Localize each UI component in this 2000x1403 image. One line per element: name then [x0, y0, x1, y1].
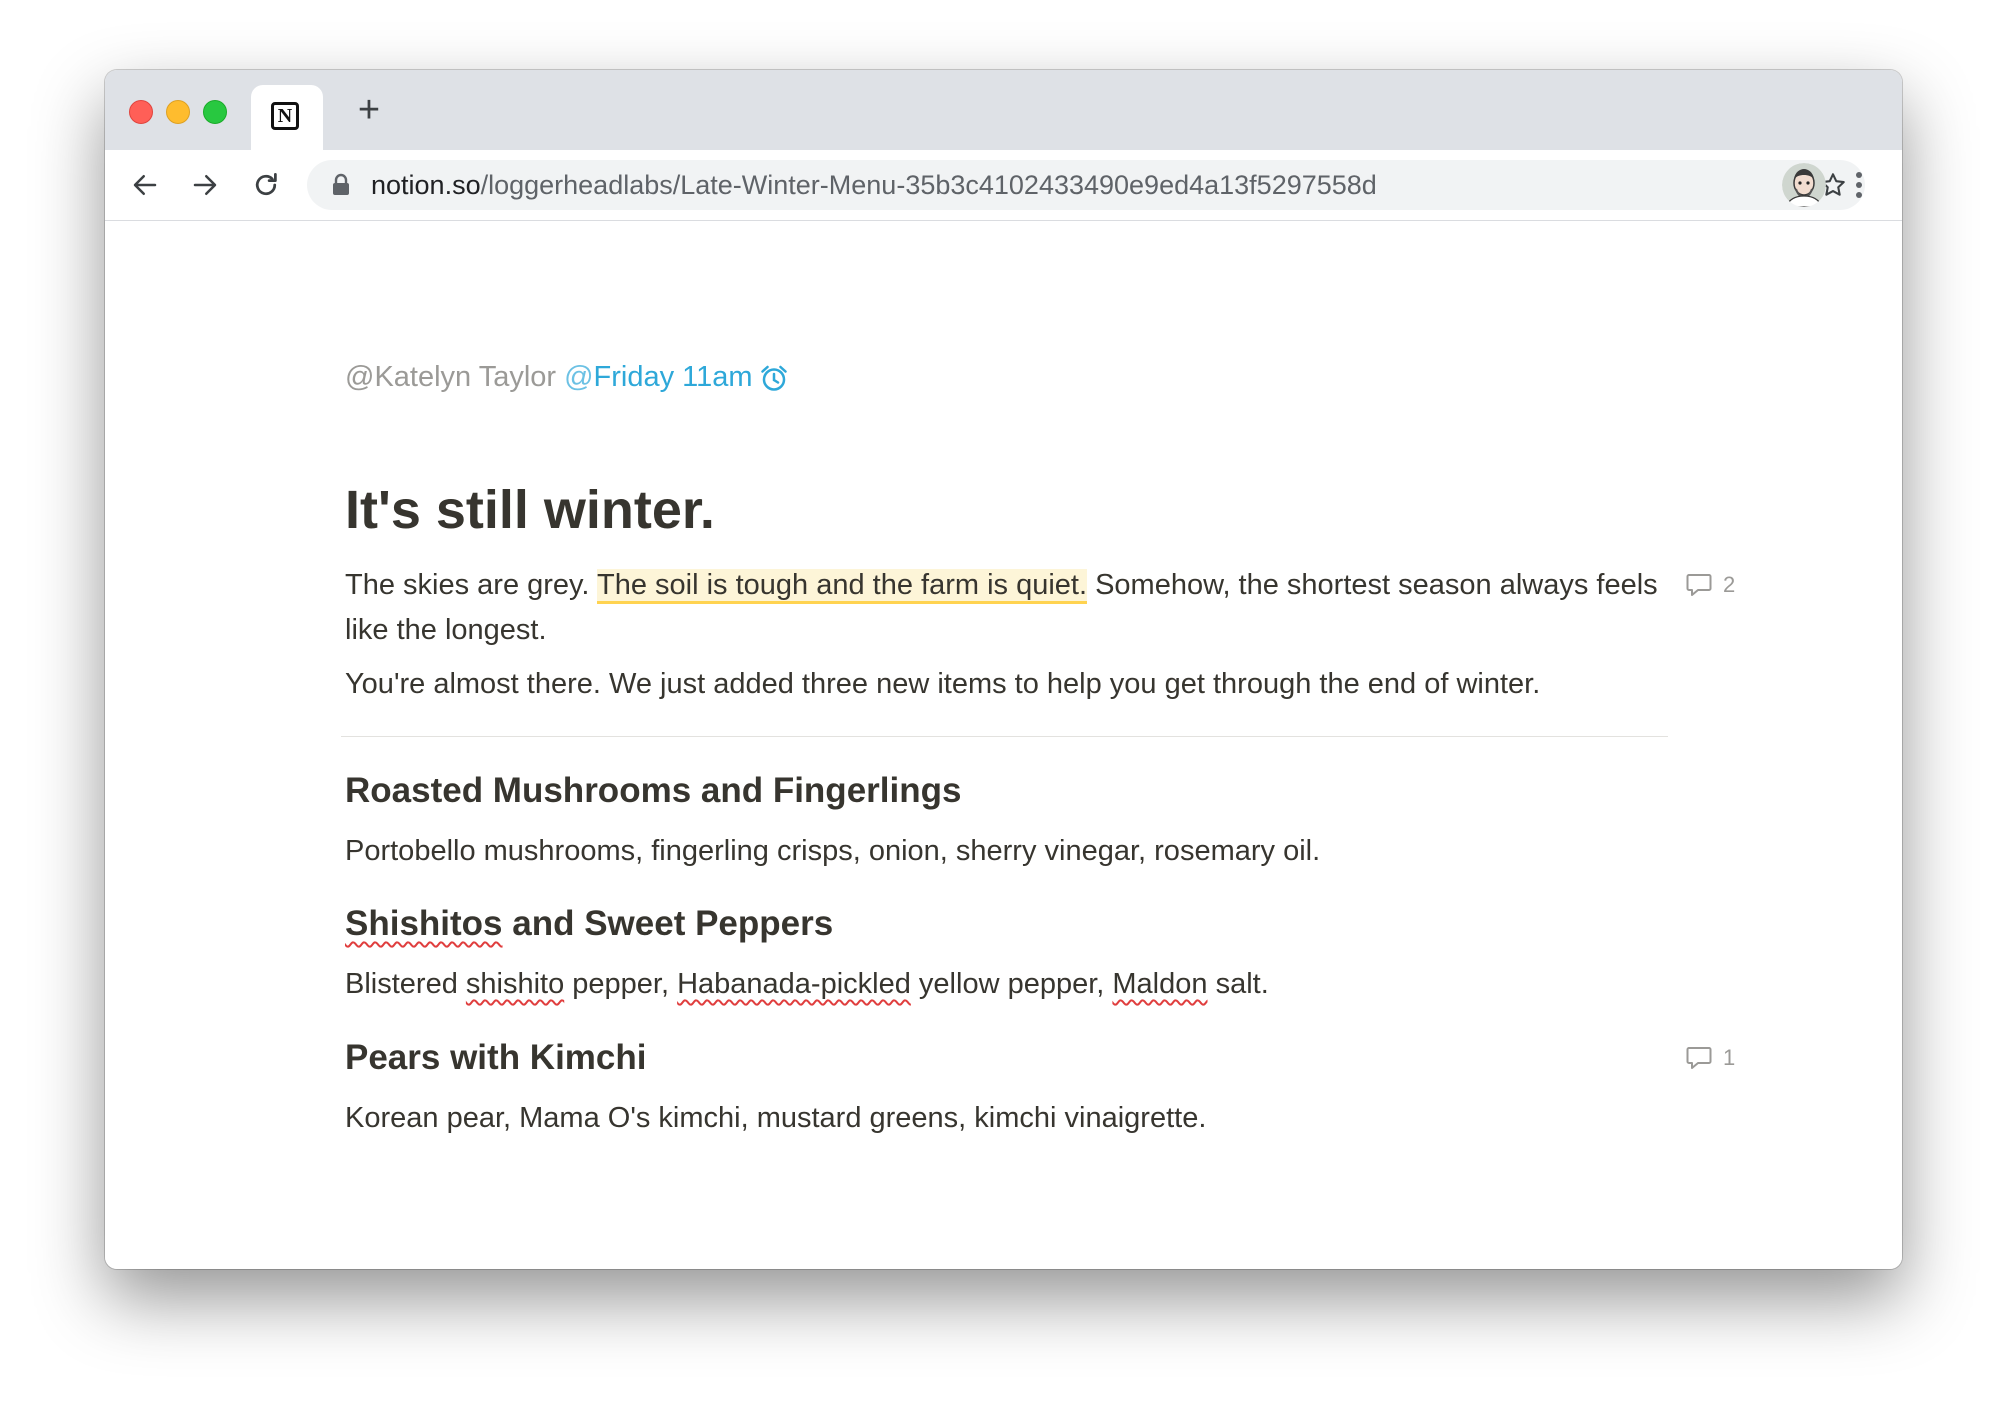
lock-icon	[333, 173, 349, 195]
mention-person[interactable]: @Katelyn Taylor	[345, 361, 556, 394]
misspelled-word: Shishitos	[345, 904, 503, 943]
arrow-left-icon	[133, 175, 157, 195]
browser-window: N + notion.so/loggerheadlabs/Late-Winter…	[105, 70, 1902, 1269]
close-window-button[interactable]	[129, 100, 153, 124]
arrow-right-icon	[193, 175, 217, 195]
mention-at-symbol: @	[564, 361, 594, 393]
desc-part: salt.	[1207, 968, 1269, 1000]
page-heading: It's still winter.	[345, 480, 715, 540]
title-rest: and Sweet Peppers	[502, 904, 834, 943]
alarm-clock-icon	[760, 365, 787, 391]
comment-bubble-icon	[1686, 1047, 1712, 1069]
reload-button[interactable]	[244, 163, 288, 207]
mention-date-text: Friday 11am	[593, 361, 753, 393]
comment-count: 2	[1723, 572, 1736, 597]
intro-text-start: The skies are grey.	[345, 569, 597, 601]
menu-item-description[interactable]: Blistered shishito pepper, Habanada-pick…	[345, 968, 1269, 1001]
divider	[341, 736, 1668, 737]
intro-paragraph[interactable]: The skies are grey. The soil is tough an…	[345, 563, 1665, 653]
second-paragraph[interactable]: You're almost there. We just added three…	[345, 662, 1665, 707]
profile-avatar[interactable]	[1782, 163, 1826, 207]
notion-page-content: @Katelyn Taylor @Friday 11am It's still …	[105, 221, 1902, 1269]
desc-part: yellow pepper,	[910, 968, 1113, 1000]
more-vert-icon[interactable]	[1844, 163, 1874, 207]
misspelled-word: Habanada-pickled	[677, 968, 911, 1000]
url-domain: notion.so	[371, 170, 481, 200]
comment-bubble-icon	[1686, 574, 1712, 596]
url-path: /loggerheadlabs/Late-Winter-Menu-35b3c41…	[480, 170, 1377, 200]
address-bar[interactable]: notion.so/loggerheadlabs/Late-Winter-Men…	[307, 160, 1865, 210]
menu-item-description[interactable]: Korean pear, Mama O's kimchi, mustard gr…	[345, 1102, 1206, 1135]
avatar-face-icon	[1782, 163, 1826, 207]
minimize-window-button[interactable]	[166, 100, 190, 124]
misspelled-word: shishito	[465, 968, 565, 1000]
commented-highlight[interactable]: The soil is tough and the farm is quiet.	[596, 569, 1088, 604]
mention-line: @Katelyn Taylor @Friday 11am	[345, 361, 789, 394]
menu-item-title[interactable]: Shishitos and Sweet Peppers	[345, 904, 833, 944]
menu-item-description[interactable]: Portobello mushrooms, fingerling crisps,…	[345, 835, 1320, 868]
new-tab-button[interactable]: +	[349, 90, 389, 130]
browser-toolbar: notion.so/loggerheadlabs/Late-Winter-Men…	[105, 150, 1902, 221]
menu-item-title[interactable]: Pears with Kimchi	[345, 1038, 646, 1078]
back-button[interactable]	[123, 163, 167, 207]
notion-logo-icon: N	[271, 102, 299, 130]
tab-notion[interactable]: N	[251, 85, 323, 150]
menu-item-title[interactable]: Roasted Mushrooms and Fingerlings	[345, 771, 961, 811]
comment-indicator[interactable]: 2	[1685, 571, 1735, 599]
reload-icon	[255, 173, 277, 196]
tab-strip: N +	[105, 70, 1902, 150]
forward-button[interactable]	[183, 163, 227, 207]
url-text[interactable]: notion.so/loggerheadlabs/Late-Winter-Men…	[371, 160, 1377, 210]
desc-part: Blistered	[345, 968, 466, 1000]
misspelled-word: Maldon	[1112, 968, 1208, 1000]
maximize-window-button[interactable]	[203, 100, 227, 124]
comment-count: 1	[1723, 1045, 1736, 1070]
comment-indicator[interactable]: 1	[1685, 1044, 1735, 1072]
desc-part: pepper,	[564, 968, 678, 1000]
mention-date-reminder[interactable]: @Friday 11am	[564, 361, 752, 394]
